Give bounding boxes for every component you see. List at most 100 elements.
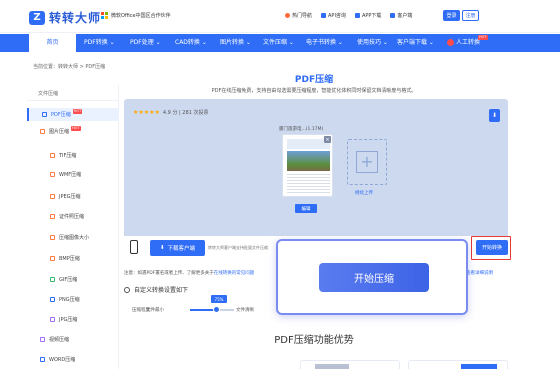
slider-handle[interactable]: [212, 306, 220, 313]
nav-pdf-convert[interactable]: PDF转换 ⌄: [84, 34, 115, 52]
word-icon: [40, 357, 45, 362]
image-icon: [50, 235, 55, 240]
plus-icon: +: [356, 151, 378, 173]
api-icon: [321, 13, 327, 18]
download-icon[interactable]: ⬇: [489, 109, 500, 122]
app-download-link[interactable]: APP下载: [354, 12, 381, 19]
download-client-button[interactable]: ⬇ 下载客户端: [150, 240, 205, 256]
monitor-icon: [390, 13, 396, 18]
sidebar-item-word[interactable]: WORD压缩: [40, 356, 75, 363]
nav-tips[interactable]: 使用技巧 ⌄: [357, 34, 388, 52]
sidebar-item-label: 证件照压缩: [59, 214, 85, 220]
image-icon: [40, 129, 45, 134]
api-link[interactable]: API咨询: [321, 12, 346, 19]
nav-pdf-process[interactable]: PDF处理 ⌄: [130, 34, 161, 52]
notice-text: 注意：如遇PDF署名或者上传、了解更多关于在线转换的常见问题: [124, 270, 254, 276]
continue-upload-label[interactable]: 继续上传: [355, 190, 373, 196]
image-icon: [50, 214, 55, 219]
sidebar-item-png[interactable]: PNG压缩: [50, 296, 80, 303]
nav-cad-convert[interactable]: CAD转换 ⌄: [175, 34, 207, 52]
start-compress-button[interactable]: 开始压缩: [319, 263, 429, 292]
partner-label: 微软Office中国区合作伙伴: [101, 12, 171, 19]
rating-text: 4.9 分 | 281 次投票: [162, 110, 209, 116]
hot-icon: [285, 13, 290, 18]
logo-icon: Z: [29, 10, 45, 25]
details-link[interactable]: 查看详细说明: [466, 270, 493, 276]
file-name: 厦门旅游电...(1.17M): [279, 127, 324, 132]
start-convert-button[interactable]: 开始转换: [476, 240, 508, 255]
nav-manual-convert[interactable]: 人工转换: [447, 34, 480, 52]
hot-badge: HOT: [71, 126, 81, 131]
page-title: PDF压缩: [294, 75, 334, 85]
nav-home[interactable]: 首页: [29, 34, 76, 52]
level-min-label: 文件最小: [146, 308, 164, 313]
microsoft-icon: [101, 12, 108, 19]
compress-slider[interactable]: [190, 306, 234, 313]
sidebar-item-wmf[interactable]: WMF压缩: [50, 171, 81, 178]
star-icons: ★★★★★: [133, 109, 160, 116]
image-icon: [50, 153, 55, 158]
hot-nav-link[interactable]: 热门导航: [285, 12, 312, 19]
sidebar-item-video[interactable]: 视频压缩: [40, 336, 69, 343]
manual-icon: [447, 39, 454, 46]
sidebar: 文件压缩 PDF压缩 HOT 图片压缩 HOT TIF压缩 WMF压缩 JPEG压缩…: [27, 85, 119, 369]
hot-badge: HOT: [72, 109, 83, 114]
sidebar-item-pdf-compress[interactable]: PDF压缩 HOT: [27, 108, 119, 121]
sidebar-item-label: GIF压缩: [59, 277, 78, 283]
phone-icon: [354, 13, 360, 18]
sidebar-item-image-size[interactable]: 压缩图像大小: [50, 234, 89, 241]
nav-image-convert[interactable]: 图片转换 ⌄: [220, 34, 251, 52]
nav-client-download[interactable]: 客户端下载 ⌄: [397, 34, 434, 52]
level-max-label: 文件清晰: [236, 308, 254, 313]
sidebar-item-label: 压缩图像大小: [59, 235, 90, 241]
sidebar-item-label: JPG压缩: [59, 317, 78, 323]
client-link[interactable]: 客户端: [390, 12, 412, 19]
nav-file-compress[interactable]: 文件压缩 ⌄: [263, 34, 294, 52]
sidebar-heading: 文件压缩: [38, 91, 59, 97]
rating: ★★★★★ 4.9 分 | 281 次投票: [133, 109, 208, 116]
file-thumbnail[interactable]: ×: [282, 134, 333, 197]
file-icon: [42, 112, 47, 117]
sidebar-item-image-compress[interactable]: 图片压缩 HOT: [40, 126, 81, 135]
sidebar-item-label: BMP压缩: [59, 256, 80, 262]
sidebar-item-id-photo[interactable]: 证件照压缩: [50, 213, 84, 220]
sidebar-item-label: WMF压缩: [59, 172, 82, 178]
login-button[interactable]: 登录: [443, 10, 460, 21]
sidebar-item-jpeg[interactable]: JPEG压缩: [50, 193, 81, 200]
card-bar: [315, 364, 349, 369]
faq-link[interactable]: 在线转换的常见问题: [214, 271, 255, 276]
radio-icon[interactable]: [124, 286, 130, 293]
thumbnail-image: [287, 151, 330, 171]
sidebar-item-bmp[interactable]: BMP压缩: [50, 255, 80, 262]
image-icon: [50, 194, 55, 199]
sidebar-item-label: PNG压缩: [59, 297, 80, 303]
start-compress-dialog: 开始压缩: [276, 239, 468, 315]
image-icon: [50, 172, 55, 177]
divider: [27, 100, 119, 101]
advantages-heading: PDF压缩功能优势: [274, 335, 354, 346]
video-icon: [40, 337, 45, 342]
download-icon: ⬇: [159, 245, 165, 251]
close-icon[interactable]: ×: [324, 136, 331, 143]
add-file-box[interactable]: +: [347, 139, 387, 185]
sidebar-item-tif[interactable]: TIF压缩: [50, 152, 76, 159]
image-icon: [50, 317, 55, 322]
manual-label: 人工转换: [456, 39, 481, 46]
feature-card: [408, 360, 508, 369]
edit-button[interactable]: 编辑: [295, 204, 317, 213]
image-icon: [50, 256, 55, 261]
thumbnail-text: [287, 174, 330, 194]
settings-label: 自定义转换设置如下: [134, 287, 189, 294]
sidebar-item-label: WORD压缩: [49, 357, 76, 363]
logo[interactable]: Z 转转大师: [29, 9, 101, 26]
hot-badge: HOT: [478, 35, 488, 40]
image-icon: [50, 277, 55, 282]
register-button[interactable]: 注册: [462, 10, 479, 21]
sidebar-item-gif[interactable]: GIF压缩: [50, 276, 77, 283]
nav-ebook-convert[interactable]: 电子书转换 ⌄: [306, 34, 343, 52]
brand-name: 转转大师: [49, 11, 102, 25]
image-icon: [50, 297, 55, 302]
notice-body: 注意：如遇PDF署名或者上传、了解更多关于: [124, 271, 214, 276]
sidebar-item-jpg[interactable]: JPG压缩: [50, 316, 77, 323]
breadcrumb: 当前位置：转转大师 > PDF压缩: [33, 64, 106, 70]
